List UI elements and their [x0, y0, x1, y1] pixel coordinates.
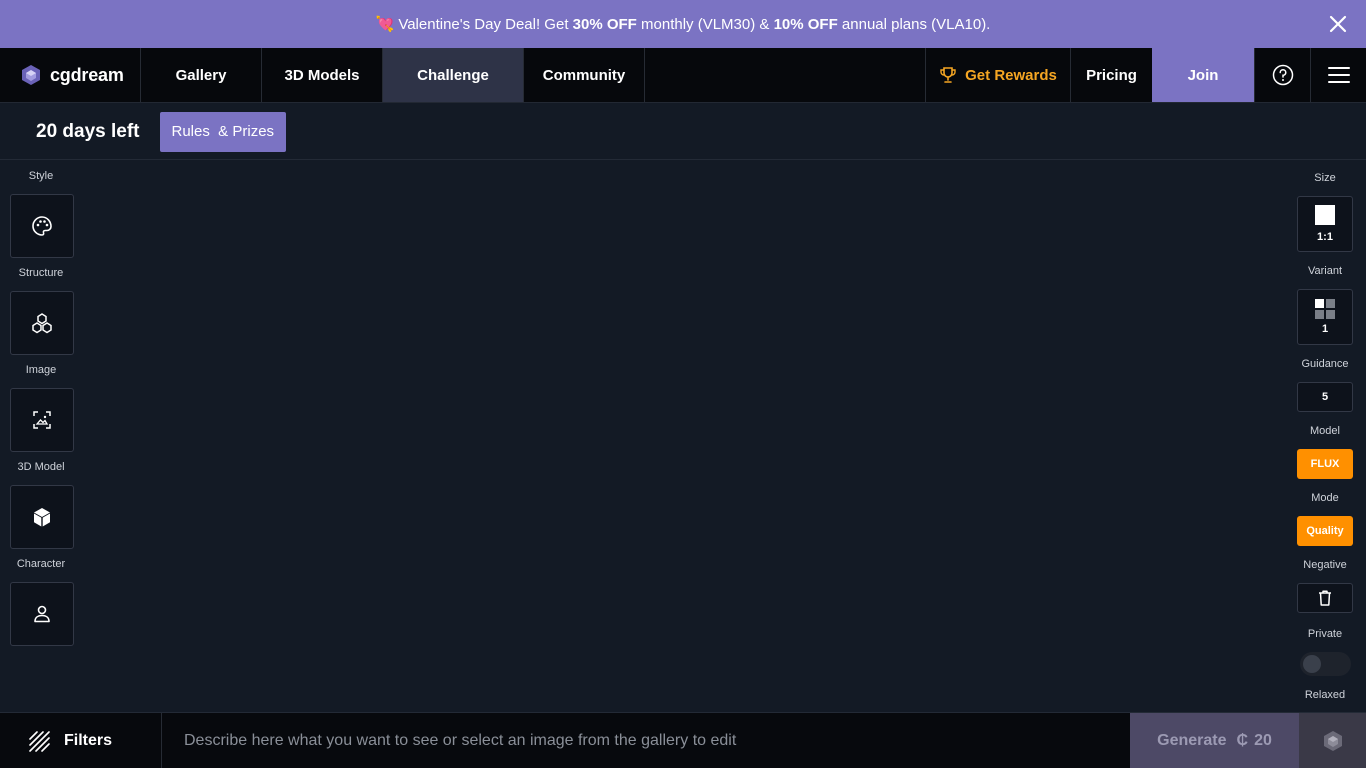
image-tool-button[interactable]: [10, 388, 74, 452]
structure-tool-button[interactable]: [10, 291, 74, 355]
palette-icon: [32, 216, 52, 236]
tab-community[interactable]: Community: [524, 48, 645, 102]
prompt-area: [162, 713, 1130, 768]
cubes-icon: [32, 313, 52, 334]
join-button[interactable]: Join: [1152, 48, 1254, 102]
promo-banner: 💘 Valentine's Day Deal! Get 30% OFF mont…: [0, 0, 1366, 48]
close-icon[interactable]: [1328, 14, 1348, 34]
banner-emoji: 💘: [375, 16, 395, 33]
generate-cost: 20: [1254, 731, 1272, 749]
banner-discount-monthly: 30% OFF: [572, 15, 637, 33]
size-value: 1:1: [1317, 231, 1333, 243]
image-frame-icon: [33, 411, 51, 429]
generate-button[interactable]: Generate ₵ 20: [1130, 713, 1299, 768]
mode-label: Mode: [1311, 492, 1339, 504]
guidance-value[interactable]: 5: [1297, 382, 1353, 412]
generate-options-button[interactable]: [1299, 713, 1366, 768]
3d-model-tool-button[interactable]: [10, 485, 74, 549]
square-ratio-icon: [1315, 205, 1335, 225]
person-icon: [34, 605, 50, 623]
cgdream-gem-icon: [1323, 730, 1342, 751]
cgdream-logo-icon: [22, 65, 40, 85]
mode-button[interactable]: Quality: [1297, 516, 1353, 546]
cube-icon: [34, 508, 50, 527]
toggle-knob: [1303, 655, 1321, 673]
size-button[interactable]: 1:1: [1297, 196, 1353, 252]
days-left: 20 days left: [36, 120, 140, 142]
character-label: Character: [16, 558, 66, 570]
private-label: Private: [1307, 628, 1343, 640]
pricing-link[interactable]: Pricing: [1071, 48, 1152, 102]
tab-challenge[interactable]: Challenge: [383, 48, 524, 102]
prompt-input[interactable]: [162, 713, 1130, 768]
model-button[interactable]: FLUX: [1297, 449, 1353, 479]
variant-button[interactable]: 1: [1297, 289, 1353, 345]
rules-prizes-button[interactable]: Rules & Prizes: [159, 111, 287, 152]
variant-value: 1: [1321, 323, 1329, 335]
filters-button[interactable]: Filters: [0, 713, 162, 768]
help-button[interactable]: [1254, 48, 1310, 102]
structure-label: Structure: [18, 267, 64, 279]
credit-icon: ₵: [1236, 731, 1249, 749]
style-tool-button[interactable]: [10, 194, 74, 258]
size-label: Size: [1314, 172, 1336, 184]
image-label: Image: [25, 364, 57, 376]
menu-button[interactable]: [1310, 48, 1366, 102]
help-icon: [1272, 64, 1293, 86]
banner-text-post: annual plans (VLA10).: [837, 15, 991, 33]
character-tool-button[interactable]: [10, 582, 74, 646]
get-rewards-button[interactable]: Get Rewards: [925, 48, 1071, 102]
tab-gallery[interactable]: Gallery: [141, 48, 262, 102]
get-rewards-label: Get Rewards: [965, 66, 1057, 84]
top-nav: cgdream Gallery 3D Models Challenge Comm…: [0, 48, 1366, 103]
private-toggle[interactable]: [1300, 652, 1351, 676]
hamburger-icon: [1327, 67, 1350, 83]
filters-label: Filters: [64, 731, 113, 749]
negative-label: Negative: [1303, 559, 1347, 571]
logo[interactable]: cgdream: [0, 48, 141, 102]
challenge-bar: 20 days left Rules & Prizes: [0, 104, 1366, 160]
banner-text-pre: Valentine's Day Deal! Get: [398, 15, 573, 33]
filters-icon: [29, 730, 50, 752]
3d-model-label: 3D Model: [17, 461, 65, 473]
negative-button[interactable]: [1297, 583, 1353, 613]
trophy-icon: [940, 67, 956, 83]
banner-text-mid: monthly (VLM30) &: [636, 15, 774, 33]
relaxed-label: Relaxed: [1304, 689, 1346, 701]
generate-label: Generate: [1157, 731, 1227, 749]
guidance-label: Guidance: [1301, 358, 1349, 370]
model-label: Model: [1310, 425, 1340, 437]
trash-icon: [1319, 590, 1331, 606]
bottom-bar: Filters Generate ₵ 20: [0, 712, 1366, 768]
logo-text: cgdream: [50, 64, 124, 85]
tab-3d-models[interactable]: 3D Models: [262, 48, 383, 102]
grid-icon: [1315, 299, 1335, 319]
banner-discount-annual: 10% OFF: [773, 15, 838, 33]
style-label: Style: [28, 170, 54, 182]
variant-label: Variant: [1307, 265, 1343, 277]
